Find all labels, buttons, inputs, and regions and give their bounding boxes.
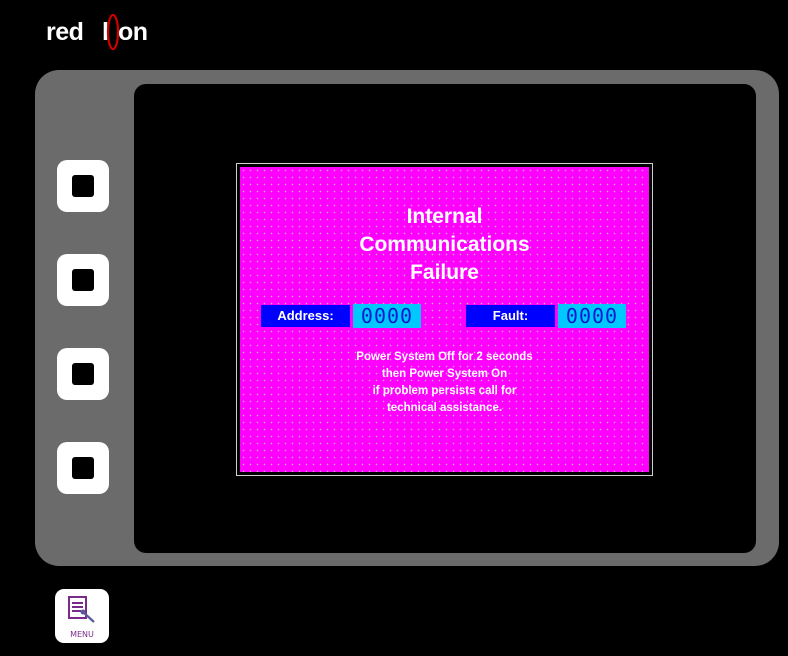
instruction-line: then Power System On xyxy=(381,368,508,380)
logo-word-red: red xyxy=(46,18,84,46)
fault-label: Fault: xyxy=(466,305,555,327)
fault-value: 0000 xyxy=(558,304,626,328)
softkey-3[interactable] xyxy=(57,348,109,400)
alarm-title-line: Communications xyxy=(359,233,530,256)
address-label: Address: xyxy=(261,305,350,327)
softkey-1[interactable] xyxy=(57,160,109,212)
softkey-square-icon xyxy=(72,175,94,197)
menu-document-icon xyxy=(68,596,95,623)
softkey-4[interactable] xyxy=(57,442,109,494)
menu-button[interactable]: MENU xyxy=(55,589,109,643)
red-lion-logo: red l on xyxy=(46,12,156,52)
address-value: 0000 xyxy=(353,304,421,328)
logo-word-lion-on: on xyxy=(118,18,148,46)
alarm-title: Internal Communications Failure xyxy=(240,203,649,287)
instruction-line: if problem persists call for xyxy=(372,385,517,397)
alarm-title-line: Internal xyxy=(406,205,483,228)
softkey-2[interactable] xyxy=(57,254,109,306)
alarm-instructions: Power System Off for 2 seconds then Powe… xyxy=(240,349,649,417)
alarm-panel-background: Internal Communications Failure Address:… xyxy=(240,167,649,472)
softkey-square-icon xyxy=(72,363,94,385)
softkey-square-icon xyxy=(72,457,94,479)
menu-label: MENU xyxy=(70,630,94,639)
softkey-square-icon xyxy=(72,269,94,291)
alarm-panel: Internal Communications Failure Address:… xyxy=(236,163,653,476)
instruction-line: Power System Off for 2 seconds xyxy=(356,351,533,363)
alarm-title-line: Failure xyxy=(410,261,479,284)
instruction-line: technical assistance. xyxy=(386,402,503,414)
